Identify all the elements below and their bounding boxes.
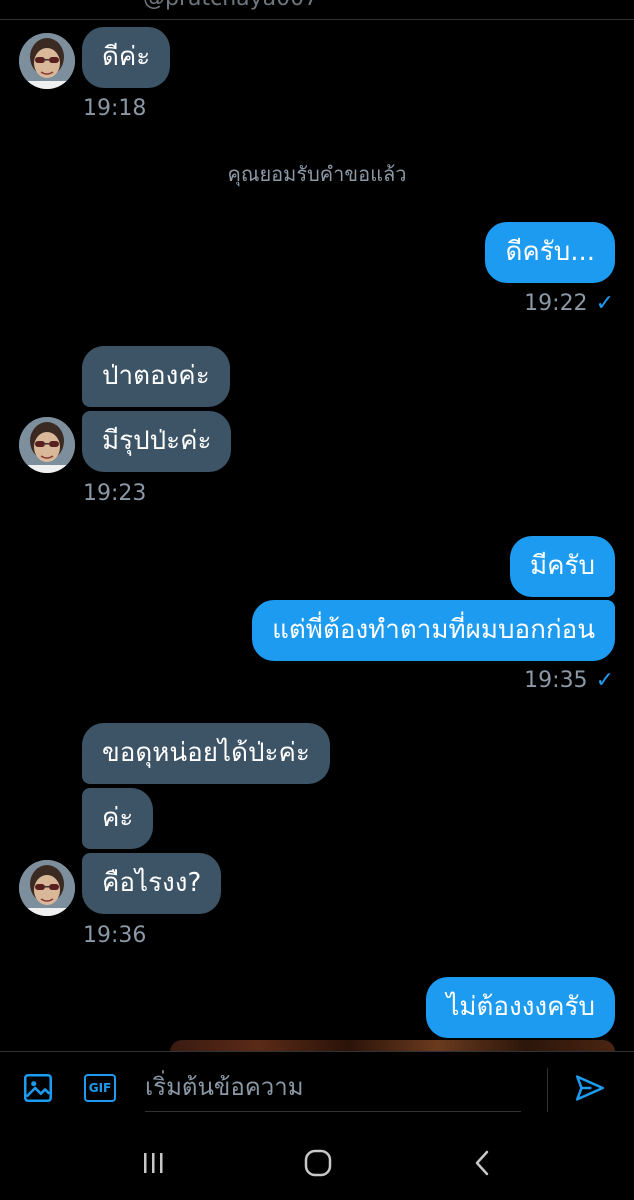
message-timestamp: 19:18 (83, 96, 147, 121)
image-icon (23, 1073, 53, 1103)
send-icon (575, 1075, 605, 1101)
message-bubble-outgoing[interactable]: ดีครับ... (485, 222, 615, 283)
back-button[interactable] (463, 1143, 503, 1183)
message-timestamp: 19:35 (524, 668, 588, 693)
back-icon (475, 1150, 489, 1176)
message-status: 19:22 ✓ (524, 291, 614, 316)
message-status: 19:35 ✓ (524, 668, 614, 693)
recents-icon (144, 1153, 163, 1173)
avatar[interactable] (19, 860, 75, 916)
message-bubble-incoming[interactable]: คือไรงง? (82, 853, 222, 914)
message-timestamp: 19:36 (83, 923, 147, 948)
conversation-header-remnant: @pratchaya007 (0, 0, 634, 20)
message-bubble-incoming[interactable]: ป่าตองค่ะ (82, 346, 230, 407)
message-timestamp: 19:23 (83, 481, 147, 506)
avatar-image (19, 417, 75, 473)
avatar[interactable] (19, 417, 75, 473)
message-timestamp: 19:22 (524, 291, 588, 316)
add-photo-button[interactable] (20, 1070, 56, 1106)
message-bubble-outgoing[interactable]: ไม่ต้องงงครับ (426, 977, 615, 1038)
home-icon (304, 1149, 332, 1177)
message-bubble-outgoing[interactable]: มีครับ (510, 536, 615, 597)
composer-divider (547, 1068, 548, 1112)
avatar[interactable] (19, 33, 75, 89)
message-bubble-incoming[interactable]: ค่ะ (82, 788, 154, 849)
read-check-icon: ✓ (595, 668, 614, 693)
avatar-image (19, 33, 75, 89)
message-composer: GIF (0, 1051, 634, 1123)
message-bubble-outgoing[interactable]: แต่พี่ต้องทำตามที่ผมบอกก่อน (252, 600, 615, 661)
message-bubble-incoming[interactable]: ขอดุหน่อยได้ป่ะค่ะ (82, 723, 330, 784)
read-check-icon: ✓ (595, 291, 614, 316)
home-button[interactable] (298, 1143, 338, 1183)
avatar-image (19, 860, 75, 916)
send-button[interactable] (572, 1070, 608, 1106)
dm-conversation-screen: @pratchaya007 ดีค่ะ 19:18 คุณยอมรับคำขอแ… (0, 0, 634, 1200)
request-accepted-notice: คุณยอมรับคำขอแล้ว (227, 162, 407, 186)
message-bubble-incoming[interactable]: ดีค่ะ (82, 27, 171, 88)
gif-icon: GIF (84, 1074, 116, 1102)
message-bubble-incoming[interactable]: มีรุปป่ะค่ะ (82, 411, 232, 472)
message-input[interactable] (145, 1064, 521, 1110)
message-input-wrapper (145, 1064, 521, 1112)
user-handle: @pratchaya007 (143, 0, 318, 11)
system-navigation-bar (0, 1123, 634, 1200)
recents-button[interactable] (133, 1143, 173, 1183)
add-gif-button[interactable]: GIF (82, 1070, 118, 1106)
